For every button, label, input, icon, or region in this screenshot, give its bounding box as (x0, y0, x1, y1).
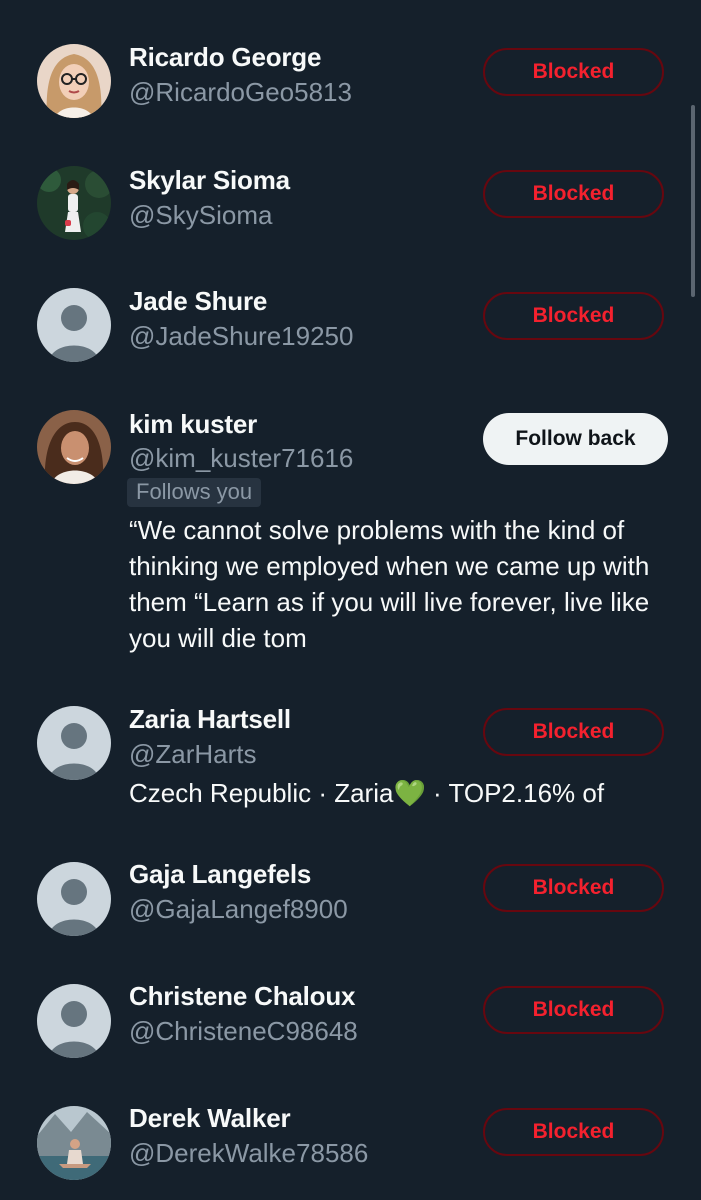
list-item[interactable]: Derek Walker @DerekWalke78586 Blocked (0, 1086, 701, 1200)
user-name[interactable]: Skylar Sioma (129, 165, 290, 196)
avatar[interactable] (37, 1106, 111, 1180)
user-handle: @kim_kuster71616 (129, 443, 354, 473)
user-name[interactable]: kim kuster (129, 409, 257, 440)
bio-text: · TOP2.16% of (425, 778, 605, 808)
list-item[interactable]: Gaja Langefels @GajaLangef8900 Blocked (0, 842, 701, 964)
green-heart-icon: 💚 (393, 778, 426, 808)
user-handle: @GajaLangef8900 (129, 894, 348, 924)
user-name[interactable]: Jade Shure (129, 286, 267, 317)
blocked-button[interactable]: Blocked (483, 170, 664, 218)
blocked-button[interactable]: Blocked (483, 986, 664, 1034)
follow-back-button[interactable]: Follow back (483, 413, 668, 465)
default-avatar-icon[interactable] (37, 984, 111, 1058)
avatar[interactable] (37, 44, 111, 118)
blocked-button[interactable]: Blocked (483, 864, 664, 912)
blocked-button[interactable]: Blocked (483, 292, 664, 340)
avatar[interactable] (37, 166, 111, 240)
blocked-button[interactable]: Blocked (483, 708, 664, 756)
user-name[interactable]: Christene Chaloux (129, 981, 356, 1012)
user-handle: @RicardoGeo5813 (129, 77, 352, 107)
scrollbar[interactable] (691, 105, 695, 297)
user-name[interactable]: Ricardo George (129, 42, 321, 73)
list-item[interactable]: Christene Chaloux @ChristeneC98648 Block… (0, 964, 701, 1086)
user-handle: @ZarHarts (129, 739, 257, 769)
list-item[interactable]: Skylar Sioma @SkySioma Blocked (0, 150, 701, 272)
list-item[interactable]: kim kuster @kim_kuster71616 Follows you … (0, 394, 701, 690)
user-bio: Czech Republic · Zaria💚 · TOP2.16% of (129, 778, 604, 809)
user-handle: @JadeShure19250 (129, 321, 354, 351)
user-handle: @SkySioma (129, 200, 273, 230)
blocked-button[interactable]: Blocked (483, 1108, 664, 1156)
follows-you-badge: Follows you (127, 478, 262, 507)
user-bio: “We cannot solve problems with the kind … (129, 515, 650, 653)
bio-text: Czech Republic · Zaria (129, 778, 394, 808)
default-avatar-icon[interactable] (37, 288, 111, 362)
user-handle: @ChristeneC98648 (129, 1016, 358, 1046)
user-name[interactable]: Derek Walker (129, 1103, 291, 1134)
user-name[interactable]: Zaria Hartsell (129, 704, 291, 735)
list-item[interactable]: Zaria Hartsell @ZarHarts Czech Republic … (0, 690, 701, 842)
blocked-button[interactable]: Blocked (483, 48, 664, 96)
list-item[interactable]: Jade Shure @JadeShure19250 Blocked (0, 272, 701, 394)
user-name[interactable]: Gaja Langefels (129, 859, 311, 890)
default-avatar-icon[interactable] (37, 706, 111, 780)
avatar[interactable] (37, 410, 111, 484)
user-handle: @DerekWalke78586 (129, 1138, 369, 1168)
list-item[interactable]: Ricardo George @RicardoGeo5813 Blocked (0, 0, 701, 150)
default-avatar-icon[interactable] (37, 862, 111, 936)
